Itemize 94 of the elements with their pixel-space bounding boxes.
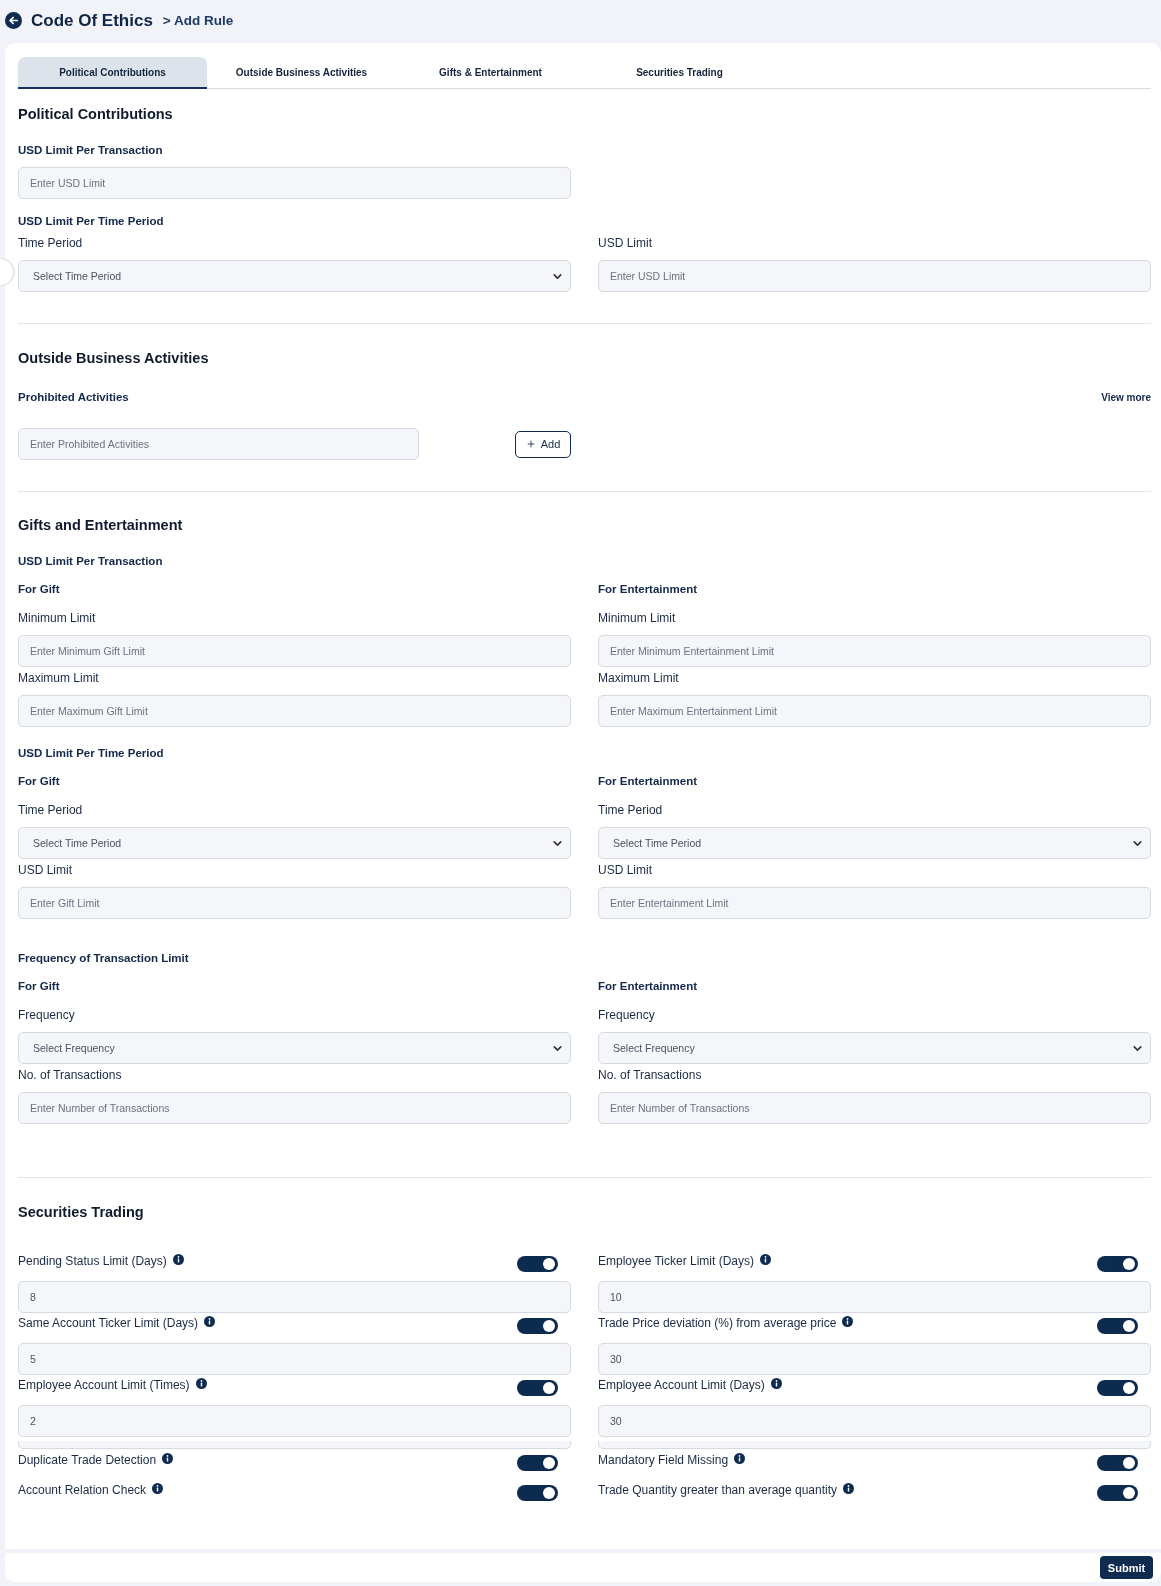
field-label: No. of Transactions <box>18 1067 123 1084</box>
rule-label: Employee Account Limit (Times) <box>18 1377 190 1394</box>
view-more-link[interactable]: View more <box>1101 391 1151 403</box>
field-label: Frequency <box>598 1007 656 1024</box>
field-label: Minimum Limit <box>18 610 97 627</box>
column-title: For Gift <box>18 979 61 994</box>
tab[interactable]: Outside Business Activities <box>207 57 396 89</box>
sidebar-handle-icon[interactable] <box>0 259 13 285</box>
field-label: Maximum Limit <box>598 670 680 687</box>
submit-button[interactable]: Submit <box>1100 1556 1153 1579</box>
field-label: Time Period <box>18 235 84 252</box>
info-icon <box>204 1316 216 1327</box>
page-title: Code Of Ethics <box>31 9 153 32</box>
input-field[interactable]: Enter Minimum Entertainment Limit <box>598 635 1151 667</box>
section-heading: Political Contributions <box>18 105 174 124</box>
select-field[interactable]: Select Time Period <box>18 827 571 859</box>
tab[interactable]: Political Contributions <box>18 57 207 89</box>
field-label: No. of Transactions <box>598 1067 703 1084</box>
input-field[interactable]: 10 <box>598 1281 1151 1313</box>
rule-label: Employee Ticker Limit (Days) <box>598 1253 755 1270</box>
rule-label: Trade Quantity greater than average quantity <box>598 1482 838 1499</box>
input-field[interactable]: 30 <box>598 1405 1151 1437</box>
input-field[interactable]: Enter USD Limit <box>18 167 571 199</box>
input-field[interactable]: Enter Entertainment Limit <box>598 887 1151 919</box>
toggle-switch[interactable] <box>517 1455 558 1471</box>
toggle-switch[interactable] <box>1097 1485 1138 1501</box>
input-field[interactable]: Enter Gift Limit <box>18 887 571 919</box>
rule-label: Employee Account Limit (Days) <box>598 1377 765 1394</box>
rule-label: Account Relation Check <box>18 1482 147 1499</box>
input-field[interactable]: Enter Maximum Gift Limit <box>18 695 571 727</box>
info-icon <box>172 1254 184 1265</box>
field-label: USD Limit <box>598 235 653 252</box>
input-field[interactable]: Enter Maximum Entertainment Limit <box>598 695 1151 727</box>
input-field[interactable]: 30 <box>598 1343 1151 1375</box>
info-icon <box>760 1254 772 1265</box>
column-title: For Gift <box>18 582 61 597</box>
rule-label: Mandatory Field Missing <box>598 1452 729 1469</box>
select-field[interactable]: Select Frequency <box>18 1032 571 1064</box>
rule-label: Trade Price deviation (%) from average price <box>598 1315 837 1332</box>
input-field[interactable]: 8 <box>18 1281 571 1313</box>
field-label: Time Period <box>18 802 84 819</box>
info-icon <box>162 1453 174 1464</box>
tab[interactable]: Gifts & Entertainment <box>396 57 585 89</box>
toggle-switch[interactable] <box>517 1256 558 1272</box>
column-title: For Entertainment <box>598 774 699 789</box>
field-label: Maximum Limit <box>18 670 100 687</box>
rule-label: Same Account Ticker Limit (Days) <box>18 1315 199 1332</box>
field-label: Frequency <box>18 1007 76 1024</box>
subsection-title: Prohibited Activities <box>18 390 129 405</box>
breadcrumb: > Add Rule <box>162 11 234 30</box>
subsection-title: USD Limit Per Transaction <box>18 554 164 569</box>
field-label: Time Period <box>598 802 664 819</box>
field-label: USD Limit <box>18 862 73 879</box>
section-heading: Outside Business Activities <box>18 349 210 368</box>
toggle-switch[interactable] <box>517 1380 558 1396</box>
info-icon <box>842 1316 854 1327</box>
toggle-switch[interactable] <box>1097 1380 1138 1396</box>
rule-label: Duplicate Trade Detection <box>18 1452 157 1469</box>
input-field[interactable]: Enter Number of Transactions <box>18 1092 571 1124</box>
field-label: Minimum Limit <box>598 610 677 627</box>
subsection-title: Frequency of Transaction Limit <box>18 951 190 966</box>
info-icon <box>195 1378 207 1389</box>
info-icon <box>734 1453 746 1464</box>
section-heading: Securities Trading <box>18 1203 145 1222</box>
subsection-title: USD Limit Per Time Period <box>18 746 165 761</box>
input-field[interactable]: Enter Prohibited Activities <box>18 428 419 460</box>
toggle-switch[interactable] <box>1097 1318 1138 1334</box>
toggle-switch[interactable] <box>517 1485 558 1501</box>
column-title: For Entertainment <box>598 979 699 994</box>
input-field[interactable]: Enter Minimum Gift Limit <box>18 635 571 667</box>
column-title: For Gift <box>18 774 61 789</box>
subsection-title: USD Limit Per Time Period <box>18 214 165 229</box>
info-icon <box>843 1483 855 1494</box>
input-field[interactable]: 5 <box>18 1343 571 1375</box>
input-field[interactable]: Enter Number of Transactions <box>598 1092 1151 1124</box>
rule-label: Pending Status Limit (Days) <box>18 1253 167 1270</box>
toggle-switch[interactable] <box>1097 1256 1138 1272</box>
toggle-switch[interactable] <box>517 1318 558 1334</box>
info-icon <box>770 1378 782 1389</box>
select-field[interactable]: Select Time Period <box>18 260 571 292</box>
info-icon <box>152 1483 164 1494</box>
input-field[interactable]: Enter USD Limit <box>598 260 1151 292</box>
select-field[interactable]: Select Time Period <box>598 827 1151 859</box>
toggle-switch[interactable] <box>1097 1455 1138 1471</box>
section-heading: Gifts and Entertainment <box>18 516 184 535</box>
tab[interactable]: Securities Trading <box>585 57 774 89</box>
add-button[interactable]: Add <box>515 430 571 458</box>
plus-icon <box>525 439 536 449</box>
arrow-left-icon[interactable] <box>5 12 22 29</box>
input-field[interactable]: 2 <box>18 1405 571 1437</box>
field-label: USD Limit <box>598 862 653 879</box>
select-field[interactable]: Select Frequency <box>598 1032 1151 1064</box>
subsection-title: USD Limit Per Transaction <box>18 143 164 158</box>
column-title: For Entertainment <box>598 582 699 597</box>
